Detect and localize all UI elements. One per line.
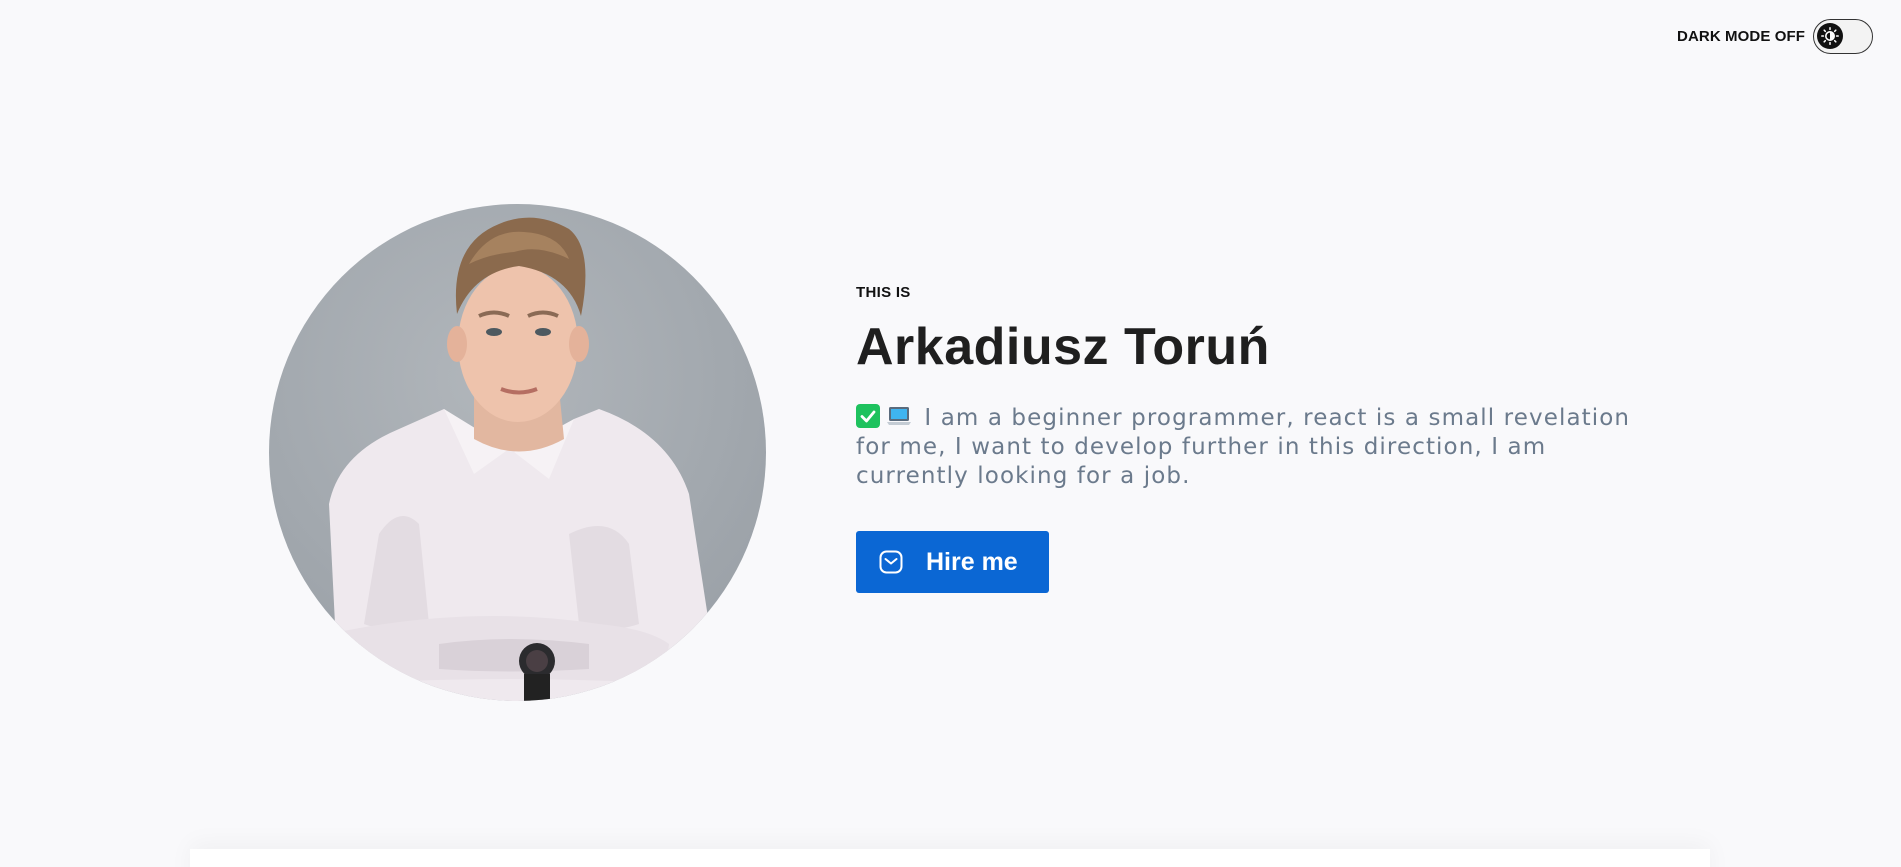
- hero-description: I am a beginner programmer, react is a s…: [856, 404, 1646, 491]
- hire-me-label: Hire me: [926, 547, 1018, 576]
- laptop-emoji: [886, 404, 911, 428]
- profile-photo: [269, 204, 766, 701]
- hire-me-button[interactable]: Hire me: [856, 531, 1049, 594]
- hero-section: THIS IS Arkadiusz Toruń I am a beginner …: [856, 284, 1656, 594]
- mail-icon: [878, 549, 904, 575]
- sun-icon: [1817, 23, 1843, 49]
- bottom-card: [190, 849, 1710, 867]
- hero-kicker: THIS IS: [856, 284, 911, 301]
- hero-description-text: I am a beginner programmer, react is a s…: [856, 405, 1631, 490]
- dark-mode-switch[interactable]: [1813, 19, 1873, 54]
- dark-mode-label: DARK MODE OFF: [1677, 28, 1805, 45]
- page: DARK MODE OFF THIS IS Arkadiusz Toruń I …: [0, 0, 1901, 867]
- dark-mode-toggle: DARK MODE OFF: [1677, 19, 1873, 54]
- hero-name: Arkadiusz Toruń: [856, 318, 1270, 376]
- check-mark-emoji: [856, 404, 880, 429]
